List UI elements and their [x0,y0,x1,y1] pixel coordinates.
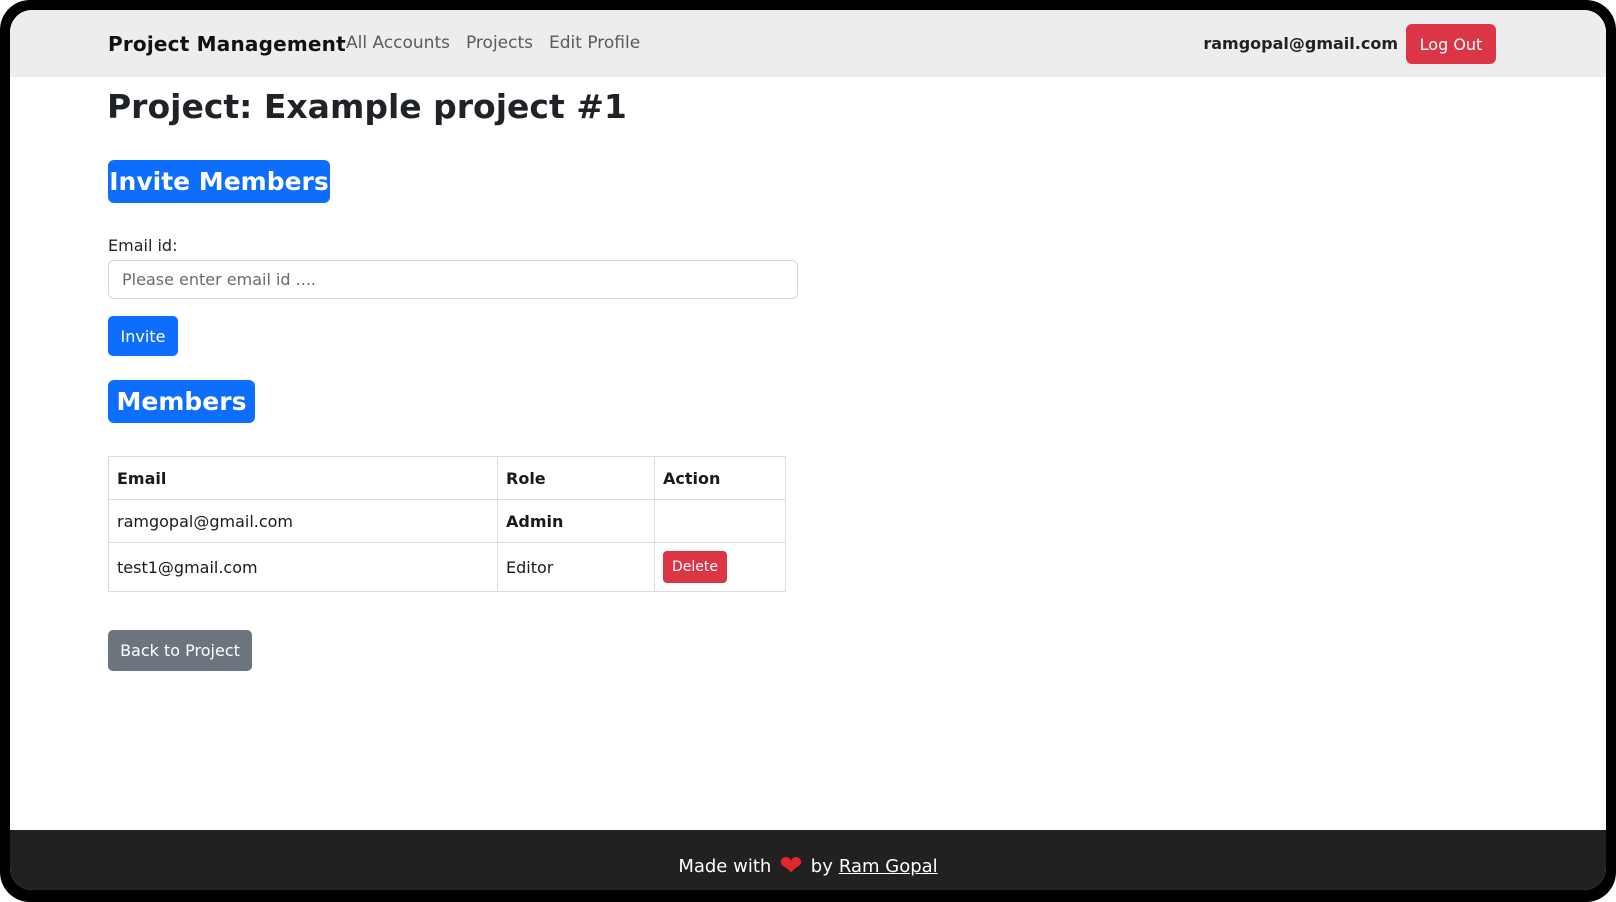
page-title: Project: Example project #1 [107,87,627,126]
member-action: Delete [654,542,786,592]
brand-link[interactable]: Project Management [108,32,346,56]
members-heading: Members [108,380,255,423]
members-table: Email Role Action ramgopal@gmail.com Adm… [108,456,786,592]
heart-icon: ❤ [779,849,803,882]
delete-member-button[interactable]: Delete [663,551,727,583]
member-role: Editor [497,542,655,592]
member-email: ramgopal@gmail.com [108,499,498,543]
nav-link-projects[interactable]: Projects [466,33,533,53]
column-header-email: Email [108,456,498,500]
navbar: Project Management All Accounts Projects… [10,10,1606,77]
email-input[interactable] [108,260,798,299]
column-header-action: Action [654,456,786,500]
nav-links: All Accounts Projects Edit Profile [346,33,640,53]
footer-credit: Made with ❤ by Ram Gopal [10,852,1606,880]
logout-button[interactable]: Log Out [1406,24,1496,64]
table-row: test1@gmail.com Editor Delete [108,542,786,592]
footer: Made with ❤ by Ram Gopal [10,830,1606,890]
invite-button[interactable]: Invite [108,316,178,356]
email-label: Email id: [108,236,178,255]
footer-by: by [810,855,833,877]
table-header-row: Email Role Action [108,456,786,500]
table-row: ramgopal@gmail.com Admin [108,499,786,543]
device-frame: Project Management All Accounts Projects… [0,0,1616,902]
back-to-project-button[interactable]: Back to Project [108,630,252,671]
nav-link-edit-profile[interactable]: Edit Profile [549,33,640,53]
browser-viewport: Project Management All Accounts Projects… [10,10,1606,890]
column-header-role: Role [497,456,655,500]
member-email: test1@gmail.com [108,542,498,592]
invite-members-heading: Invite Members [108,160,330,203]
member-role: Admin [497,499,655,543]
nav-link-all-accounts[interactable]: All Accounts [346,33,450,53]
author-link[interactable]: Ram Gopal [839,856,938,877]
footer-made-with: Made with [678,855,772,877]
member-action [654,499,786,543]
current-user-email: ramgopal@gmail.com [1203,34,1398,53]
